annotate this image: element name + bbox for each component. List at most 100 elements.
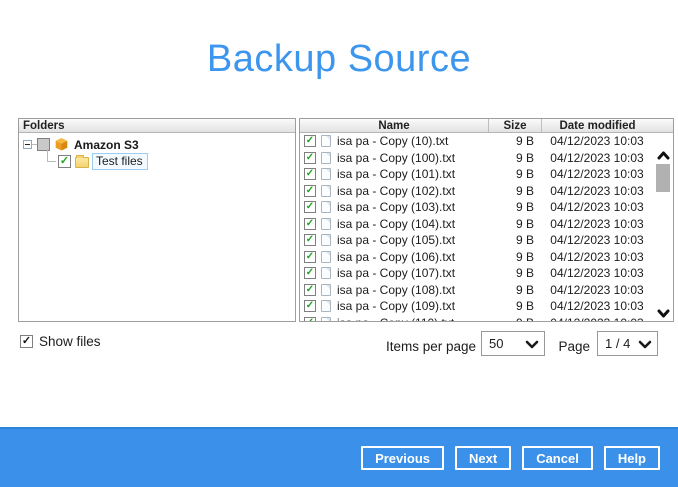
file-row[interactable]: ✓ isa pa - Copy (103).txt 9 B 04/12/2023… <box>300 199 653 216</box>
folder-tree: Amazon S3 ✓ Test files <box>19 133 295 170</box>
file-size: 9 B <box>515 266 534 281</box>
file-row[interactable]: ✓ isa pa - Copy (10).txt 9 B 04/12/2023 … <box>300 133 653 150</box>
file-date-modified: 04/12/2023 10:03 <box>550 233 644 248</box>
file-checkbox[interactable]: ✓ <box>304 250 316 263</box>
next-button[interactable]: Next <box>455 446 512 470</box>
previous-button[interactable]: Previous <box>361 446 444 470</box>
file-row[interactable]: ✓ isa pa - Copy (106).txt 9 B 04/12/2023… <box>300 249 653 266</box>
file-checkbox[interactable]: ✓ <box>304 300 316 313</box>
file-icon <box>321 234 331 247</box>
scroll-up-icon[interactable] <box>653 151 673 160</box>
file-size: 9 B <box>515 200 534 215</box>
file-row[interactable]: ✓ isa pa - Copy (108).txt 9 B 04/12/2023… <box>300 282 653 299</box>
file-checkbox[interactable]: ✓ <box>304 267 316 280</box>
collapse-expander-icon[interactable] <box>23 140 32 149</box>
file-size: 9 B <box>515 299 534 314</box>
cancel-button[interactable]: Cancel <box>522 446 593 470</box>
chevron-down-icon <box>525 340 539 349</box>
files-panel-header: Name Size Date modified <box>300 119 673 133</box>
test-files-checkbox[interactable]: ✓ <box>58 155 71 168</box>
column-header-date-modified[interactable]: Date modified <box>541 119 653 132</box>
column-header-size[interactable]: Size <box>488 119 541 132</box>
footer-bar: Previous Next Cancel Help <box>0 427 678 487</box>
file-date-modified: 04/12/2023 10:03 <box>550 216 644 231</box>
file-name: isa pa - Copy (105).txt <box>337 233 456 248</box>
scroll-down-icon[interactable] <box>653 309 673 318</box>
column-header-name[interactable]: Name <box>300 119 488 132</box>
file-size: 9 B <box>515 183 534 198</box>
file-name: isa pa - Copy (10).txt <box>337 134 449 149</box>
file-name: isa pa - Copy (110).txt <box>331 316 493 321</box>
show-files-control[interactable]: ✓ Show files <box>20 334 101 349</box>
page-select[interactable]: 1 / 4 <box>597 331 658 356</box>
file-checkbox[interactable]: ✓ <box>304 135 316 148</box>
file-checkbox[interactable]: ✓ <box>304 168 316 181</box>
file-checkbox[interactable]: ✓ <box>304 234 316 247</box>
file-size: 9 B <box>515 249 534 264</box>
file-date-modified: 04/12/2023 10:03 <box>550 282 644 297</box>
file-row[interactable]: ✓ isa pa - Copy (109).txt 9 B 04/12/2023… <box>300 298 653 315</box>
file-date-modified: 04/12/2023 10:03 <box>541 316 653 321</box>
file-icon <box>321 135 331 148</box>
file-size: 9 B <box>515 233 534 248</box>
file-icon <box>321 217 331 230</box>
file-icon <box>321 201 331 214</box>
file-name: isa pa - Copy (104).txt <box>337 216 456 231</box>
show-files-label: Show files <box>39 334 101 349</box>
file-list: ✓ isa pa - Copy (10).txt 9 B 04/12/2023 … <box>300 133 653 321</box>
items-per-page-label: Items per page <box>385 339 476 354</box>
file-icon <box>321 168 331 181</box>
file-name: isa pa - Copy (108).txt <box>337 282 456 297</box>
file-name: isa pa - Copy (106).txt <box>337 249 456 264</box>
file-name: isa pa - Copy (107).txt <box>337 266 456 281</box>
file-row[interactable]: ✓ isa pa - Copy (105).txt 9 B 04/12/2023… <box>300 232 653 249</box>
tree-node-label-amazon-s3[interactable]: Amazon S3 <box>72 138 141 152</box>
items-per-page-select[interactable]: 50 <box>481 331 545 356</box>
file-icon <box>321 316 331 321</box>
file-size: 9 B <box>515 150 534 165</box>
folder-icon <box>75 155 89 168</box>
file-icon <box>321 184 331 197</box>
file-size: 9 B <box>515 167 534 182</box>
file-checkbox[interactable]: ✓ <box>304 184 316 197</box>
show-files-checkbox[interactable]: ✓ <box>20 335 33 348</box>
file-icon <box>321 300 331 313</box>
file-date-modified: 04/12/2023 10:03 <box>550 183 644 198</box>
help-button[interactable]: Help <box>603 446 660 470</box>
file-date-modified: 04/12/2023 10:03 <box>550 150 644 165</box>
vertical-scrollbar[interactable] <box>653 133 673 321</box>
folders-header-label: Folders <box>23 119 65 132</box>
amazon-s3-cube-icon <box>54 137 69 152</box>
file-date-modified: 04/12/2023 10:03 <box>550 299 644 314</box>
footer-buttons: Previous Next Cancel Help <box>361 446 660 470</box>
file-size: 9 B <box>515 282 534 297</box>
file-checkbox[interactable]: ✓ <box>304 316 316 321</box>
file-name: isa pa - Copy (103).txt <box>337 200 456 215</box>
file-row[interactable]: ✓ isa pa - Copy (107).txt 9 B 04/12/2023… <box>300 265 653 282</box>
file-size: 9 B <box>515 134 534 149</box>
file-row[interactable]: ✓ isa pa - Copy (110).txt 9 B 04/12/2023… <box>300 315 653 321</box>
file-checkbox[interactable]: ✓ <box>304 151 316 164</box>
tree-node-label-test-files[interactable]: Test files <box>92 153 148 170</box>
file-row[interactable]: ✓ isa pa - Copy (104).txt 9 B 04/12/2023… <box>300 216 653 233</box>
file-row[interactable]: ✓ isa pa - Copy (100).txt 9 B 04/12/2023… <box>300 150 653 167</box>
items-per-page-value: 50 <box>489 336 504 351</box>
tree-node-test-files[interactable]: ✓ Test files <box>23 149 295 170</box>
file-checkbox[interactable]: ✓ <box>304 283 316 296</box>
file-icon <box>321 151 331 164</box>
tree-connector <box>47 149 56 162</box>
page-title: Backup Source <box>206 38 472 80</box>
file-date-modified: 04/12/2023 10:03 <box>550 200 644 215</box>
scrollbar-thumb[interactable] <box>656 164 670 192</box>
file-name: isa pa - Copy (101).txt <box>337 167 456 182</box>
folders-panel: Folders Amazon S3 ✓ Test files <box>18 118 296 322</box>
file-icon <box>321 283 331 296</box>
file-row[interactable]: ✓ isa pa - Copy (101).txt 9 B 04/12/2023… <box>300 166 653 183</box>
file-date-modified: 04/12/2023 10:03 <box>550 266 644 281</box>
file-checkbox[interactable]: ✓ <box>304 201 316 214</box>
column-header-spacer <box>653 119 673 132</box>
tree-node-amazon-s3[interactable]: Amazon S3 <box>23 136 295 153</box>
file-row[interactable]: ✓ isa pa - Copy (102).txt 9 B 04/12/2023… <box>300 183 653 200</box>
page-value: 1 / 4 <box>605 336 631 351</box>
file-checkbox[interactable]: ✓ <box>304 217 316 230</box>
